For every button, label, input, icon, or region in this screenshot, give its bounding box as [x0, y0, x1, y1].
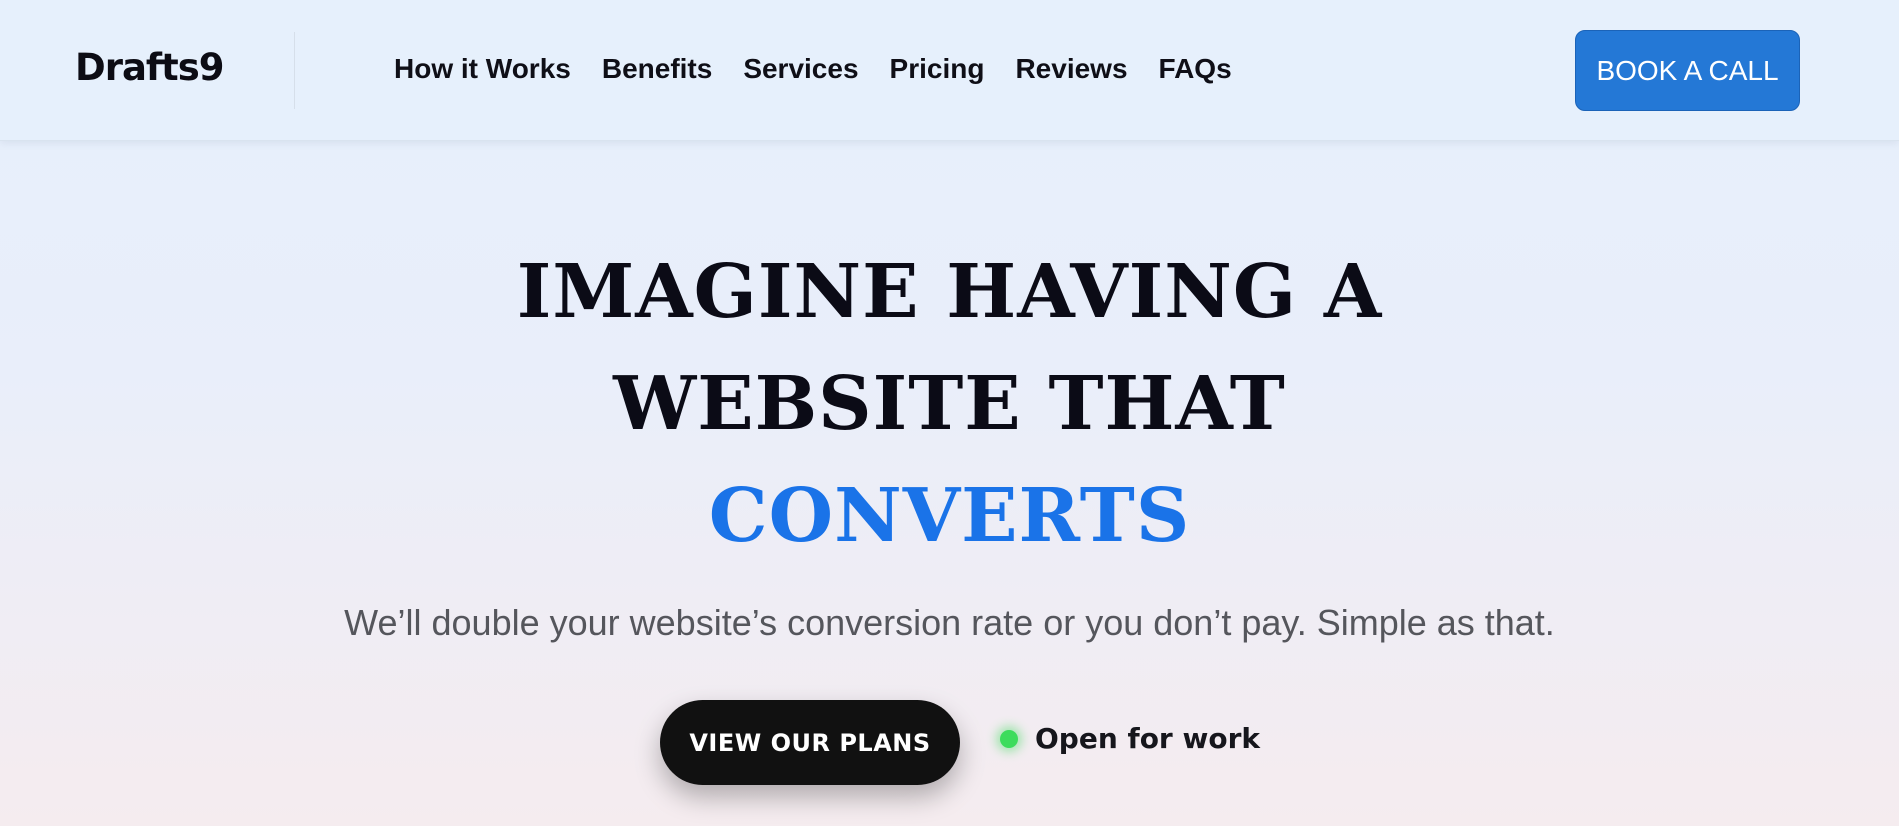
nav-item-services[interactable]: Services: [743, 52, 858, 86]
view-our-plans-button[interactable]: VIEW OUR PLANS: [660, 700, 960, 785]
hero-subtitle: We’ll double your website’s conversion r…: [344, 602, 1555, 643]
book-a-call-button[interactable]: BOOK A CALL: [1575, 30, 1800, 111]
nav-item-faqs[interactable]: FAQs: [1159, 52, 1232, 86]
logo[interactable]: Drafts9: [75, 49, 224, 86]
nav-item-reviews[interactable]: Reviews: [1015, 52, 1127, 86]
headline-accent-word: CONVERTS: [708, 473, 1191, 559]
site-header: Drafts9 How it Works Benefits Services P…: [0, 0, 1899, 141]
nav-item-how-it-works[interactable]: How it Works: [394, 52, 571, 86]
headline-line-2: WEBSITE THAT: [613, 361, 1286, 447]
status-label: Open for work: [1035, 722, 1261, 755]
status-dot-icon: [1000, 729, 1018, 748]
hero-headline: IMAGINE HAVING A WEBSITE THAT CONVERTS: [0, 236, 1899, 572]
main-nav: How it Works Benefits Services Pricing R…: [394, 52, 1232, 86]
availability-status: Open for work: [1000, 722, 1260, 755]
header-divider: [294, 32, 295, 109]
headline-line-1: IMAGINE HAVING A: [516, 249, 1383, 335]
nav-item-pricing[interactable]: Pricing: [890, 52, 985, 86]
nav-item-benefits[interactable]: Benefits: [602, 52, 712, 86]
